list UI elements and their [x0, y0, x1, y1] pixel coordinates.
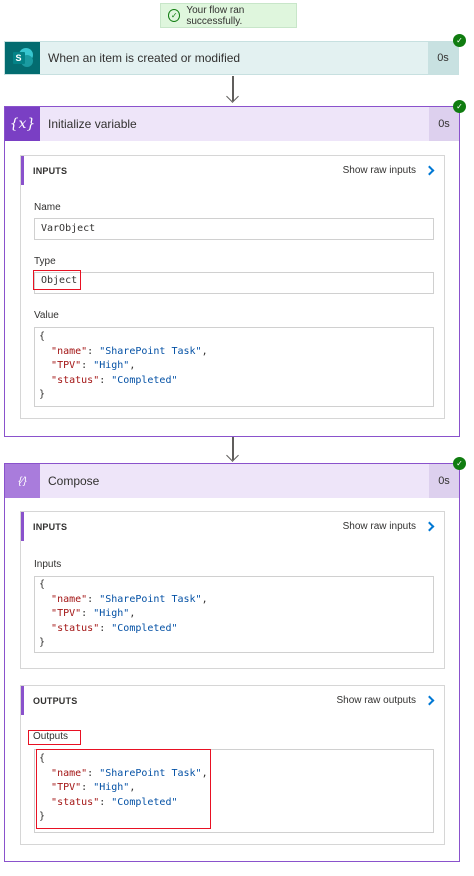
json-line: { — [39, 331, 46, 342]
json-line: { — [39, 579, 46, 590]
initialize-variable-title: Initialize variable — [48, 117, 137, 131]
show-raw-outputs-link[interactable]: Show raw outputs — [337, 695, 417, 706]
show-raw-inputs-link[interactable]: Show raw inputs — [343, 521, 416, 532]
json-line: "name": "SharePoint Task", — [51, 345, 208, 357]
arrow-down-icon — [226, 449, 239, 462]
compose-duration: 0s — [429, 464, 459, 498]
json-line: } — [39, 389, 46, 400]
compose-inputs-header: INPUTS Show raw inputs — [21, 512, 444, 541]
type-value: Object — [41, 275, 78, 286]
variable-icon: {𝑥} — [5, 107, 40, 141]
outputs-label: OUTPUTS — [33, 695, 78, 706]
outputs-highlight — [36, 749, 211, 829]
name-label: Name — [34, 202, 61, 213]
json-line: "status": "Completed" — [51, 622, 178, 634]
type-field — [34, 272, 434, 294]
inputs-json-box: { "name": "SharePoint Task", "TPV": "Hig… — [34, 576, 434, 653]
inputs-label: INPUTS — [33, 165, 68, 176]
value-json-box: { "name": "SharePoint Task", "TPV": "Hig… — [34, 327, 434, 407]
init-inputs-header: INPUTS Show raw inputs — [21, 156, 444, 185]
success-check-icon: ✓ — [453, 100, 466, 113]
success-toast: ✓ Your flow ran successfully. — [160, 3, 297, 28]
compose-icon: {∕} — [5, 464, 40, 498]
show-raw-inputs-link[interactable]: Show raw inputs — [343, 165, 416, 176]
json-line: "status": "Completed" — [51, 374, 178, 386]
sharepoint-icon: S — [5, 42, 40, 74]
outputs-field-label: Outputs — [33, 731, 69, 742]
compose-outputs-header: OUTPUTS Show raw outputs — [21, 686, 444, 715]
type-label: Type — [34, 256, 56, 267]
name-field: VarObject — [34, 218, 434, 240]
arrow-down-icon — [226, 90, 239, 103]
json-line: "name": "SharePoint Task", — [51, 593, 208, 605]
initialize-variable-header[interactable]: {𝑥} Initialize variable 0s — [5, 107, 459, 141]
trigger-title: When an item is created or modified — [48, 51, 241, 65]
trigger-card[interactable]: S When an item is created or modified 0s — [4, 41, 459, 75]
success-check-icon: ✓ — [453, 34, 466, 47]
chevron-right-icon[interactable] — [424, 521, 435, 532]
toast-text: Your flow ran successfully. — [186, 4, 245, 27]
value-label: Value — [34, 310, 59, 321]
json-line: "TPV": "High", — [51, 360, 136, 371]
trigger-duration: 0s — [428, 42, 458, 74]
json-line: } — [39, 637, 46, 648]
inputs-label: INPUTS — [33, 521, 68, 532]
chevron-right-icon[interactable] — [424, 165, 435, 176]
initialize-variable-duration: 0s — [429, 107, 459, 141]
chevron-right-icon[interactable] — [424, 695, 435, 706]
json-line: "TPV": "High", — [51, 608, 136, 619]
inputs-field-label: Inputs — [34, 559, 62, 570]
name-value: VarObject — [41, 223, 96, 234]
compose-title: Compose — [48, 474, 100, 488]
success-check-icon: ✓ — [453, 457, 466, 470]
check-circle-icon: ✓ — [168, 9, 181, 22]
compose-header[interactable]: {∕} Compose 0s — [5, 464, 459, 498]
